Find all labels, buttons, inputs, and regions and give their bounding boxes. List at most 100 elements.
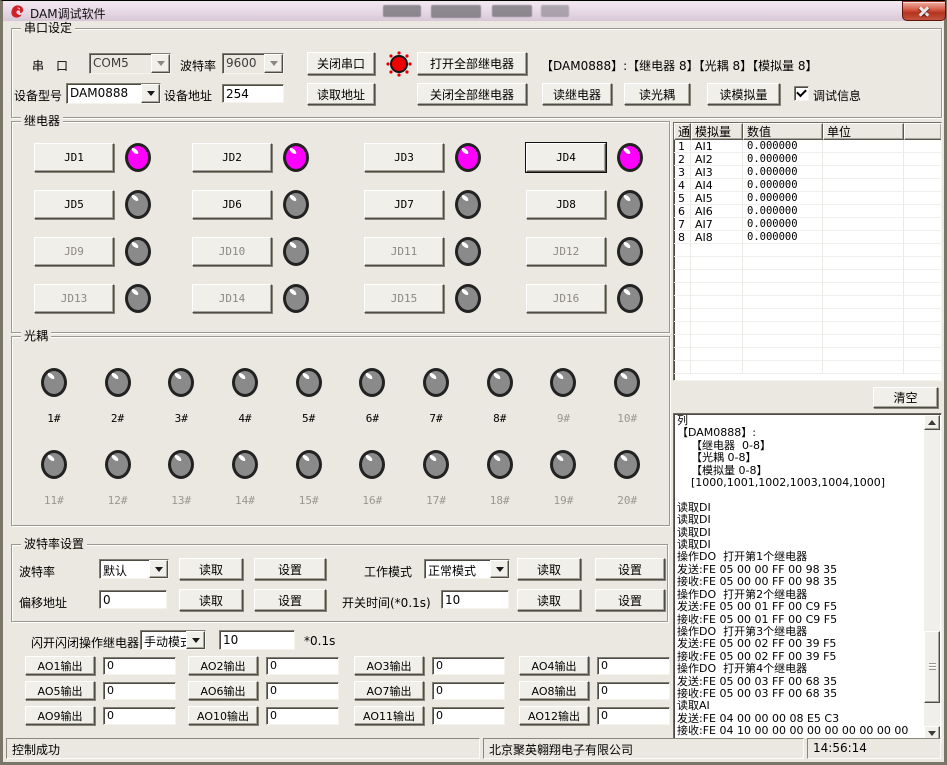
ao8-value-field[interactable] — [597, 682, 670, 700]
relay-button-jd5[interactable]: JD5 — [34, 190, 114, 219]
relay-button-jd14[interactable]: JD14 — [192, 284, 272, 313]
relay-button-jd8[interactable]: JD8 — [526, 190, 606, 219]
relay-button-jd13[interactable]: JD13 — [34, 284, 114, 313]
ao1-value-field[interactable] — [103, 657, 176, 675]
ao1-output-button[interactable]: AO1输出 — [25, 656, 95, 675]
read-address-button[interactable]: 读取地址 — [307, 83, 375, 105]
ao12-output-button[interactable]: AO12输出 — [519, 706, 589, 725]
baudrate-label: 波特率 — [19, 563, 55, 580]
chevron-down-icon[interactable] — [186, 631, 205, 649]
ao11-value-field[interactable] — [432, 707, 505, 725]
read-opto-button[interactable]: 读光耦 — [624, 83, 690, 105]
ao5-value-field[interactable] — [103, 682, 176, 700]
work-mode-select[interactable]: 正常模式 — [424, 559, 510, 579]
switch-time-field[interactable] — [441, 590, 509, 609]
chevron-down-icon[interactable] — [141, 84, 160, 103]
relay-button-jd7[interactable]: JD7 — [364, 190, 444, 219]
relay-led-jd1 — [125, 143, 151, 172]
baud-select[interactable]: 9600 — [222, 53, 284, 74]
relay-button-jd6[interactable]: JD6 — [192, 190, 272, 219]
flash-mode-select[interactable]: 手动模式 — [140, 630, 206, 650]
chevron-down-icon[interactable] — [490, 560, 509, 578]
switch-time-set-button[interactable]: 设置 — [595, 589, 665, 611]
offset-set-button[interactable]: 设置 — [254, 589, 326, 611]
scroll-up-icon[interactable] — [924, 415, 940, 430]
ao2-value-field[interactable] — [266, 657, 339, 675]
relay-button-jd12[interactable]: JD12 — [526, 237, 606, 266]
ao10-value-field[interactable] — [266, 707, 339, 725]
relay-group: 继电器 JD1 JD2 JD3 JD4 JD5 JD6 JD7 JD8 JD9 … — [11, 121, 670, 333]
address-field[interactable] — [222, 84, 284, 103]
log-box[interactable]: 列 【DAM0888】: 【继电器 0-8】 【光耦 0-8】 【模拟量 0-8… — [673, 413, 942, 743]
offset-read-button[interactable]: 读取 — [179, 589, 243, 611]
relay-grid: JD1 JD2 JD3 JD4 JD5 JD6 JD7 JD8 JD9 JD10… — [34, 142, 661, 313]
open-all-relays-button[interactable]: 打开全部继电器 — [417, 52, 527, 75]
port-select[interactable]: COM5 — [89, 53, 171, 74]
relay-button-jd11[interactable]: JD11 — [364, 237, 444, 266]
ao10-output-button[interactable]: AO10输出 — [188, 706, 258, 725]
ao9-value-field[interactable] — [103, 707, 176, 725]
clear-log-button[interactable]: 清空 — [873, 387, 938, 408]
opto-led-18 — [487, 450, 513, 479]
opto-label: 9# — [557, 412, 570, 425]
ao4-value-field[interactable] — [597, 657, 670, 675]
ao5-output-button[interactable]: AO5输出 — [25, 681, 95, 700]
ao4-output-button[interactable]: AO4输出 — [519, 656, 589, 675]
relay-led-jd2 — [283, 143, 309, 172]
debug-info-checkbox[interactable] — [794, 86, 809, 101]
log-scrollbar[interactable] — [924, 415, 940, 741]
col-header-extra[interactable] — [904, 123, 941, 140]
chevron-down-icon[interactable] — [151, 54, 170, 73]
ao9-output-button[interactable]: AO9输出 — [25, 706, 95, 725]
ao3-value-field[interactable] — [432, 657, 505, 675]
col-header-channel[interactable]: 通 — [674, 123, 691, 140]
relay-led-jd7 — [455, 190, 481, 219]
relay-cell: JD7 — [364, 189, 526, 219]
baud-label: 波特率 — [180, 57, 216, 74]
opto-led-17 — [423, 450, 449, 479]
ao6-output-button[interactable]: AO6输出 — [188, 681, 258, 700]
ao7-value-field[interactable] — [432, 682, 505, 700]
relay-button-jd16[interactable]: JD16 — [526, 284, 606, 313]
chevron-down-icon[interactable] — [264, 54, 283, 73]
model-select[interactable]: DAM0888 — [66, 83, 161, 104]
col-header-analog[interactable]: 模拟量 — [691, 123, 743, 140]
relay-button-jd4[interactable]: JD4 — [526, 143, 606, 172]
baudrate-set-button[interactable]: 设置 — [254, 558, 326, 580]
scrollbar-thumb[interactable] — [924, 631, 940, 703]
ao6-value-field[interactable] — [266, 682, 339, 700]
relay-button-jd3[interactable]: JD3 — [364, 143, 444, 172]
read-analog-button[interactable]: 读模拟量 — [707, 83, 780, 105]
ao7-output-button[interactable]: AO7输出 — [354, 681, 424, 700]
opto-led-10 — [614, 368, 640, 397]
relay-button-jd15[interactable]: JD15 — [364, 284, 444, 313]
ao8-output-button[interactable]: AO8输出 — [519, 681, 589, 700]
relay-button-jd1[interactable]: JD1 — [34, 143, 114, 172]
col-header-value[interactable]: 数值 — [743, 123, 823, 140]
baudrate-read-button[interactable]: 读取 — [179, 558, 243, 580]
opto-label: 6# — [366, 412, 379, 425]
baudrate-select[interactable]: 默认 — [99, 559, 169, 579]
ao2-output-button[interactable]: AO2输出 — [188, 656, 258, 675]
flash-time-field[interactable] — [219, 630, 295, 650]
chevron-down-icon[interactable] — [149, 560, 168, 578]
ao11-output-button[interactable]: AO11输出 — [354, 706, 424, 725]
offset-address-field[interactable] — [99, 590, 167, 609]
relay-button-jd9[interactable]: JD9 — [34, 237, 114, 266]
close-port-button[interactable]: 关闭串口 — [307, 52, 375, 75]
titlebar[interactable]: DAM调试软件 — [3, 2, 944, 21]
ao12-value-field[interactable] — [597, 707, 670, 725]
relay-button-jd2[interactable]: JD2 — [192, 143, 272, 172]
work-mode-set-button[interactable]: 设置 — [595, 558, 665, 580]
col-header-unit[interactable]: 单位 — [823, 123, 904, 140]
relay-cell: JD16 — [526, 283, 661, 313]
relay-button-jd10[interactable]: JD10 — [192, 237, 272, 266]
work-mode-read-button[interactable]: 读取 — [517, 558, 581, 580]
opto-cell: 6# — [341, 368, 405, 425]
read-relay-button[interactable]: 读继电器 — [542, 83, 612, 105]
switch-time-read-button[interactable]: 读取 — [517, 589, 581, 611]
switch-time-label: 开关时间(*0.1s) — [342, 594, 431, 611]
close-button[interactable] — [902, 1, 946, 21]
ao3-output-button[interactable]: AO3输出 — [354, 656, 424, 675]
close-all-relays-button[interactable]: 关闭全部继电器 — [417, 83, 527, 105]
